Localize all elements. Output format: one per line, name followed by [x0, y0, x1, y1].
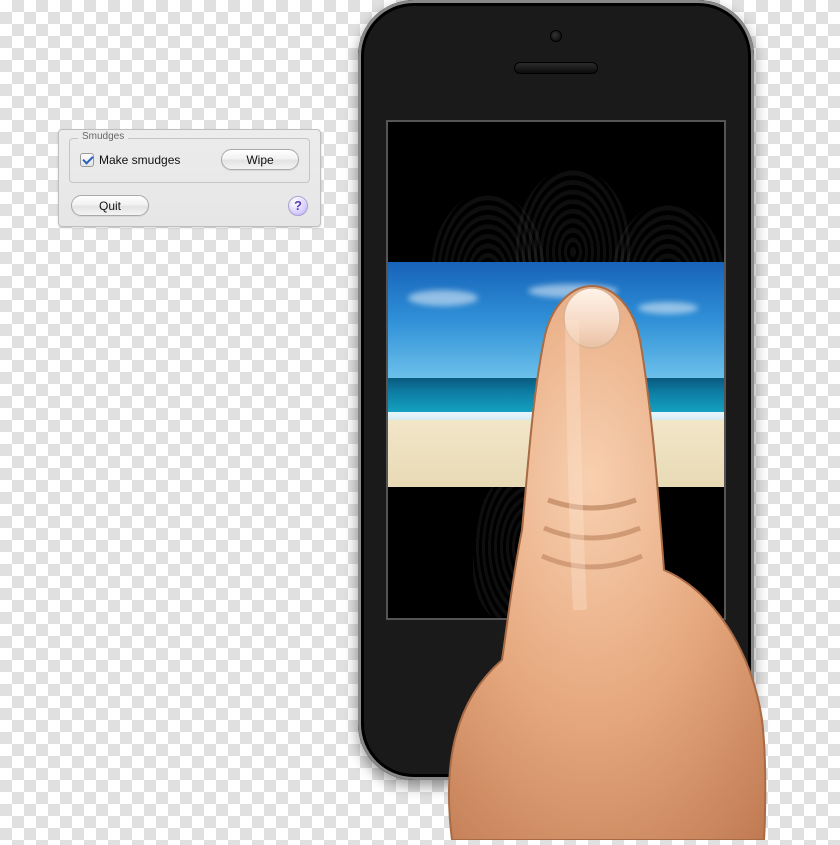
- dialog-bottom-row: Quit ?: [69, 195, 310, 216]
- device-screen[interactable]: [386, 120, 726, 620]
- make-smudges-group: Make smudges: [80, 153, 180, 167]
- smudges-dialog: Smudges Make smudges Wipe Quit ?: [58, 129, 321, 227]
- cloud-icon: [408, 290, 478, 306]
- cloud-icon: [638, 302, 698, 314]
- beach-photo-sky: [388, 262, 724, 378]
- make-smudges-label: Make smudges: [99, 153, 180, 167]
- smudges-fieldset-legend: Smudges: [78, 131, 128, 142]
- camera-icon: [550, 30, 562, 42]
- wipe-button[interactable]: Wipe: [221, 149, 299, 170]
- beach-photo-sea: [388, 378, 724, 416]
- quit-button[interactable]: Quit: [71, 195, 149, 216]
- device-top: [358, 30, 754, 74]
- make-smudges-checkbox[interactable]: [80, 153, 94, 167]
- cloud-icon: [528, 284, 618, 298]
- earpiece-speaker-icon: [514, 62, 598, 74]
- beach-photo: [388, 262, 724, 487]
- smudges-fieldset: Smudges Make smudges Wipe: [69, 138, 310, 183]
- iphone-device: [358, 0, 754, 780]
- smudges-fieldset-row: Make smudges Wipe: [80, 149, 299, 170]
- help-icon[interactable]: ?: [288, 196, 308, 216]
- beach-photo-sand: [388, 420, 724, 487]
